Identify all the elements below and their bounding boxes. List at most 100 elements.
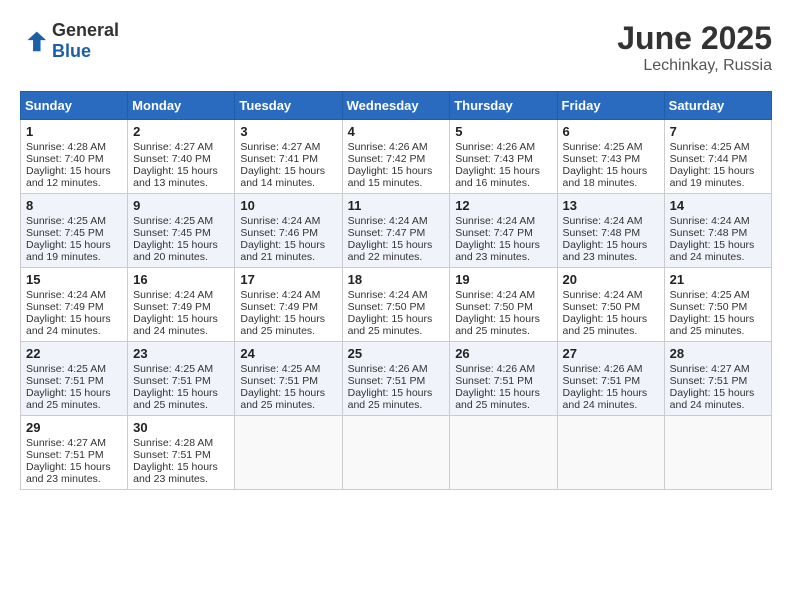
daylight-text: Daylight: 15 hours and 25 minutes. <box>240 387 325 411</box>
daylight-text: Daylight: 15 hours and 25 minutes. <box>240 313 325 337</box>
sunrise-text: Sunrise: 4:24 AM <box>455 289 535 301</box>
daylight-text: Daylight: 15 hours and 25 minutes. <box>348 387 433 411</box>
daylight-text: Daylight: 15 hours and 16 minutes. <box>455 165 540 189</box>
daylight-text: Daylight: 15 hours and 25 minutes. <box>455 313 540 337</box>
day-number: 20 <box>563 272 659 287</box>
calendar-cell: 5 Sunrise: 4:26 AM Sunset: 7:43 PM Dayli… <box>450 120 557 194</box>
day-number: 28 <box>670 346 766 361</box>
day-number: 4 <box>348 124 445 139</box>
calendar-cell: 7 Sunrise: 4:25 AM Sunset: 7:44 PM Dayli… <box>664 120 771 194</box>
sunrise-text: Sunrise: 4:24 AM <box>455 215 535 227</box>
sunset-text: Sunset: 7:44 PM <box>670 153 748 165</box>
col-sunday: Sunday <box>21 92 128 120</box>
calendar-cell: 29 Sunrise: 4:27 AM Sunset: 7:51 PM Dayl… <box>21 416 128 490</box>
sunset-text: Sunset: 7:50 PM <box>348 301 426 313</box>
sunset-text: Sunset: 7:45 PM <box>26 227 104 239</box>
day-number: 25 <box>348 346 445 361</box>
sunset-text: Sunset: 7:47 PM <box>455 227 533 239</box>
calendar-cell: 24 Sunrise: 4:25 AM Sunset: 7:51 PM Dayl… <box>235 342 342 416</box>
sunrise-text: Sunrise: 4:24 AM <box>670 215 750 227</box>
calendar-cell <box>664 416 771 490</box>
col-monday: Monday <box>128 92 235 120</box>
logo-icon <box>20 27 48 55</box>
day-number: 14 <box>670 198 766 213</box>
calendar-table: Sunday Monday Tuesday Wednesday Thursday… <box>20 91 772 490</box>
day-number: 13 <box>563 198 659 213</box>
sunrise-text: Sunrise: 4:25 AM <box>563 141 643 153</box>
sunset-text: Sunset: 7:43 PM <box>455 153 533 165</box>
calendar-cell: 21 Sunrise: 4:25 AM Sunset: 7:50 PM Dayl… <box>664 268 771 342</box>
daylight-text: Daylight: 15 hours and 23 minutes. <box>26 461 111 485</box>
calendar-cell <box>450 416 557 490</box>
sunrise-text: Sunrise: 4:25 AM <box>26 363 106 375</box>
calendar-cell: 17 Sunrise: 4:24 AM Sunset: 7:49 PM Dayl… <box>235 268 342 342</box>
daylight-text: Daylight: 15 hours and 20 minutes. <box>133 239 218 263</box>
sunrise-text: Sunrise: 4:24 AM <box>563 289 643 301</box>
calendar-cell: 1 Sunrise: 4:28 AM Sunset: 7:40 PM Dayli… <box>21 120 128 194</box>
calendar-cell: 2 Sunrise: 4:27 AM Sunset: 7:40 PM Dayli… <box>128 120 235 194</box>
daylight-text: Daylight: 15 hours and 24 minutes. <box>133 313 218 337</box>
daylight-text: Daylight: 15 hours and 25 minutes. <box>348 313 433 337</box>
calendar-cell <box>557 416 664 490</box>
calendar-cell: 12 Sunrise: 4:24 AM Sunset: 7:47 PM Dayl… <box>450 194 557 268</box>
sunset-text: Sunset: 7:43 PM <box>563 153 641 165</box>
sunrise-text: Sunrise: 4:26 AM <box>348 363 428 375</box>
day-number: 24 <box>240 346 336 361</box>
calendar-cell: 16 Sunrise: 4:24 AM Sunset: 7:49 PM Dayl… <box>128 268 235 342</box>
sunset-text: Sunset: 7:47 PM <box>348 227 426 239</box>
sunrise-text: Sunrise: 4:27 AM <box>133 141 213 153</box>
sunset-text: Sunset: 7:49 PM <box>240 301 318 313</box>
daylight-text: Daylight: 15 hours and 24 minutes. <box>670 387 755 411</box>
sunset-text: Sunset: 7:51 PM <box>133 449 211 461</box>
day-number: 6 <box>563 124 659 139</box>
daylight-text: Daylight: 15 hours and 22 minutes. <box>348 239 433 263</box>
daylight-text: Daylight: 15 hours and 12 minutes. <box>26 165 111 189</box>
sunset-text: Sunset: 7:49 PM <box>26 301 104 313</box>
daylight-text: Daylight: 15 hours and 23 minutes. <box>563 239 648 263</box>
daylight-text: Daylight: 15 hours and 19 minutes. <box>670 165 755 189</box>
calendar-cell: 19 Sunrise: 4:24 AM Sunset: 7:50 PM Dayl… <box>450 268 557 342</box>
month-title: June 2025 <box>617 20 772 57</box>
logo-general-text: General <box>52 20 119 40</box>
daylight-text: Daylight: 15 hours and 25 minutes. <box>26 387 111 411</box>
daylight-text: Daylight: 15 hours and 13 minutes. <box>133 165 218 189</box>
calendar-cell: 13 Sunrise: 4:24 AM Sunset: 7:48 PM Dayl… <box>557 194 664 268</box>
daylight-text: Daylight: 15 hours and 23 minutes. <box>133 461 218 485</box>
calendar-cell <box>342 416 450 490</box>
calendar-cell: 20 Sunrise: 4:24 AM Sunset: 7:50 PM Dayl… <box>557 268 664 342</box>
calendar-cell: 18 Sunrise: 4:24 AM Sunset: 7:50 PM Dayl… <box>342 268 450 342</box>
sunset-text: Sunset: 7:41 PM <box>240 153 318 165</box>
sunset-text: Sunset: 7:48 PM <box>563 227 641 239</box>
daylight-text: Daylight: 15 hours and 25 minutes. <box>563 313 648 337</box>
sunset-text: Sunset: 7:46 PM <box>240 227 318 239</box>
sunrise-text: Sunrise: 4:26 AM <box>348 141 428 153</box>
day-number: 5 <box>455 124 551 139</box>
sunrise-text: Sunrise: 4:25 AM <box>670 289 750 301</box>
daylight-text: Daylight: 15 hours and 25 minutes. <box>670 313 755 337</box>
day-number: 16 <box>133 272 229 287</box>
sunrise-text: Sunrise: 4:24 AM <box>240 289 320 301</box>
calendar-week-row: 22 Sunrise: 4:25 AM Sunset: 7:51 PM Dayl… <box>21 342 772 416</box>
sunrise-text: Sunrise: 4:24 AM <box>26 289 106 301</box>
daylight-text: Daylight: 15 hours and 23 minutes. <box>455 239 540 263</box>
sunrise-text: Sunrise: 4:25 AM <box>26 215 106 227</box>
calendar-cell: 27 Sunrise: 4:26 AM Sunset: 7:51 PM Dayl… <box>557 342 664 416</box>
calendar-cell: 11 Sunrise: 4:24 AM Sunset: 7:47 PM Dayl… <box>342 194 450 268</box>
logo: General Blue <box>20 20 119 62</box>
sunset-text: Sunset: 7:51 PM <box>26 375 104 387</box>
calendar-cell: 8 Sunrise: 4:25 AM Sunset: 7:45 PM Dayli… <box>21 194 128 268</box>
sunrise-text: Sunrise: 4:24 AM <box>348 215 428 227</box>
sunrise-text: Sunrise: 4:26 AM <box>455 141 535 153</box>
daylight-text: Daylight: 15 hours and 14 minutes. <box>240 165 325 189</box>
calendar-cell: 28 Sunrise: 4:27 AM Sunset: 7:51 PM Dayl… <box>664 342 771 416</box>
calendar-cell: 14 Sunrise: 4:24 AM Sunset: 7:48 PM Dayl… <box>664 194 771 268</box>
sunset-text: Sunset: 7:50 PM <box>455 301 533 313</box>
title-block: June 2025 Lechinkay, Russia <box>617 20 772 75</box>
sunrise-text: Sunrise: 4:27 AM <box>26 437 106 449</box>
day-number: 3 <box>240 124 336 139</box>
day-number: 1 <box>26 124 122 139</box>
day-number: 21 <box>670 272 766 287</box>
day-number: 10 <box>240 198 336 213</box>
calendar-cell: 23 Sunrise: 4:25 AM Sunset: 7:51 PM Dayl… <box>128 342 235 416</box>
sunset-text: Sunset: 7:42 PM <box>348 153 426 165</box>
